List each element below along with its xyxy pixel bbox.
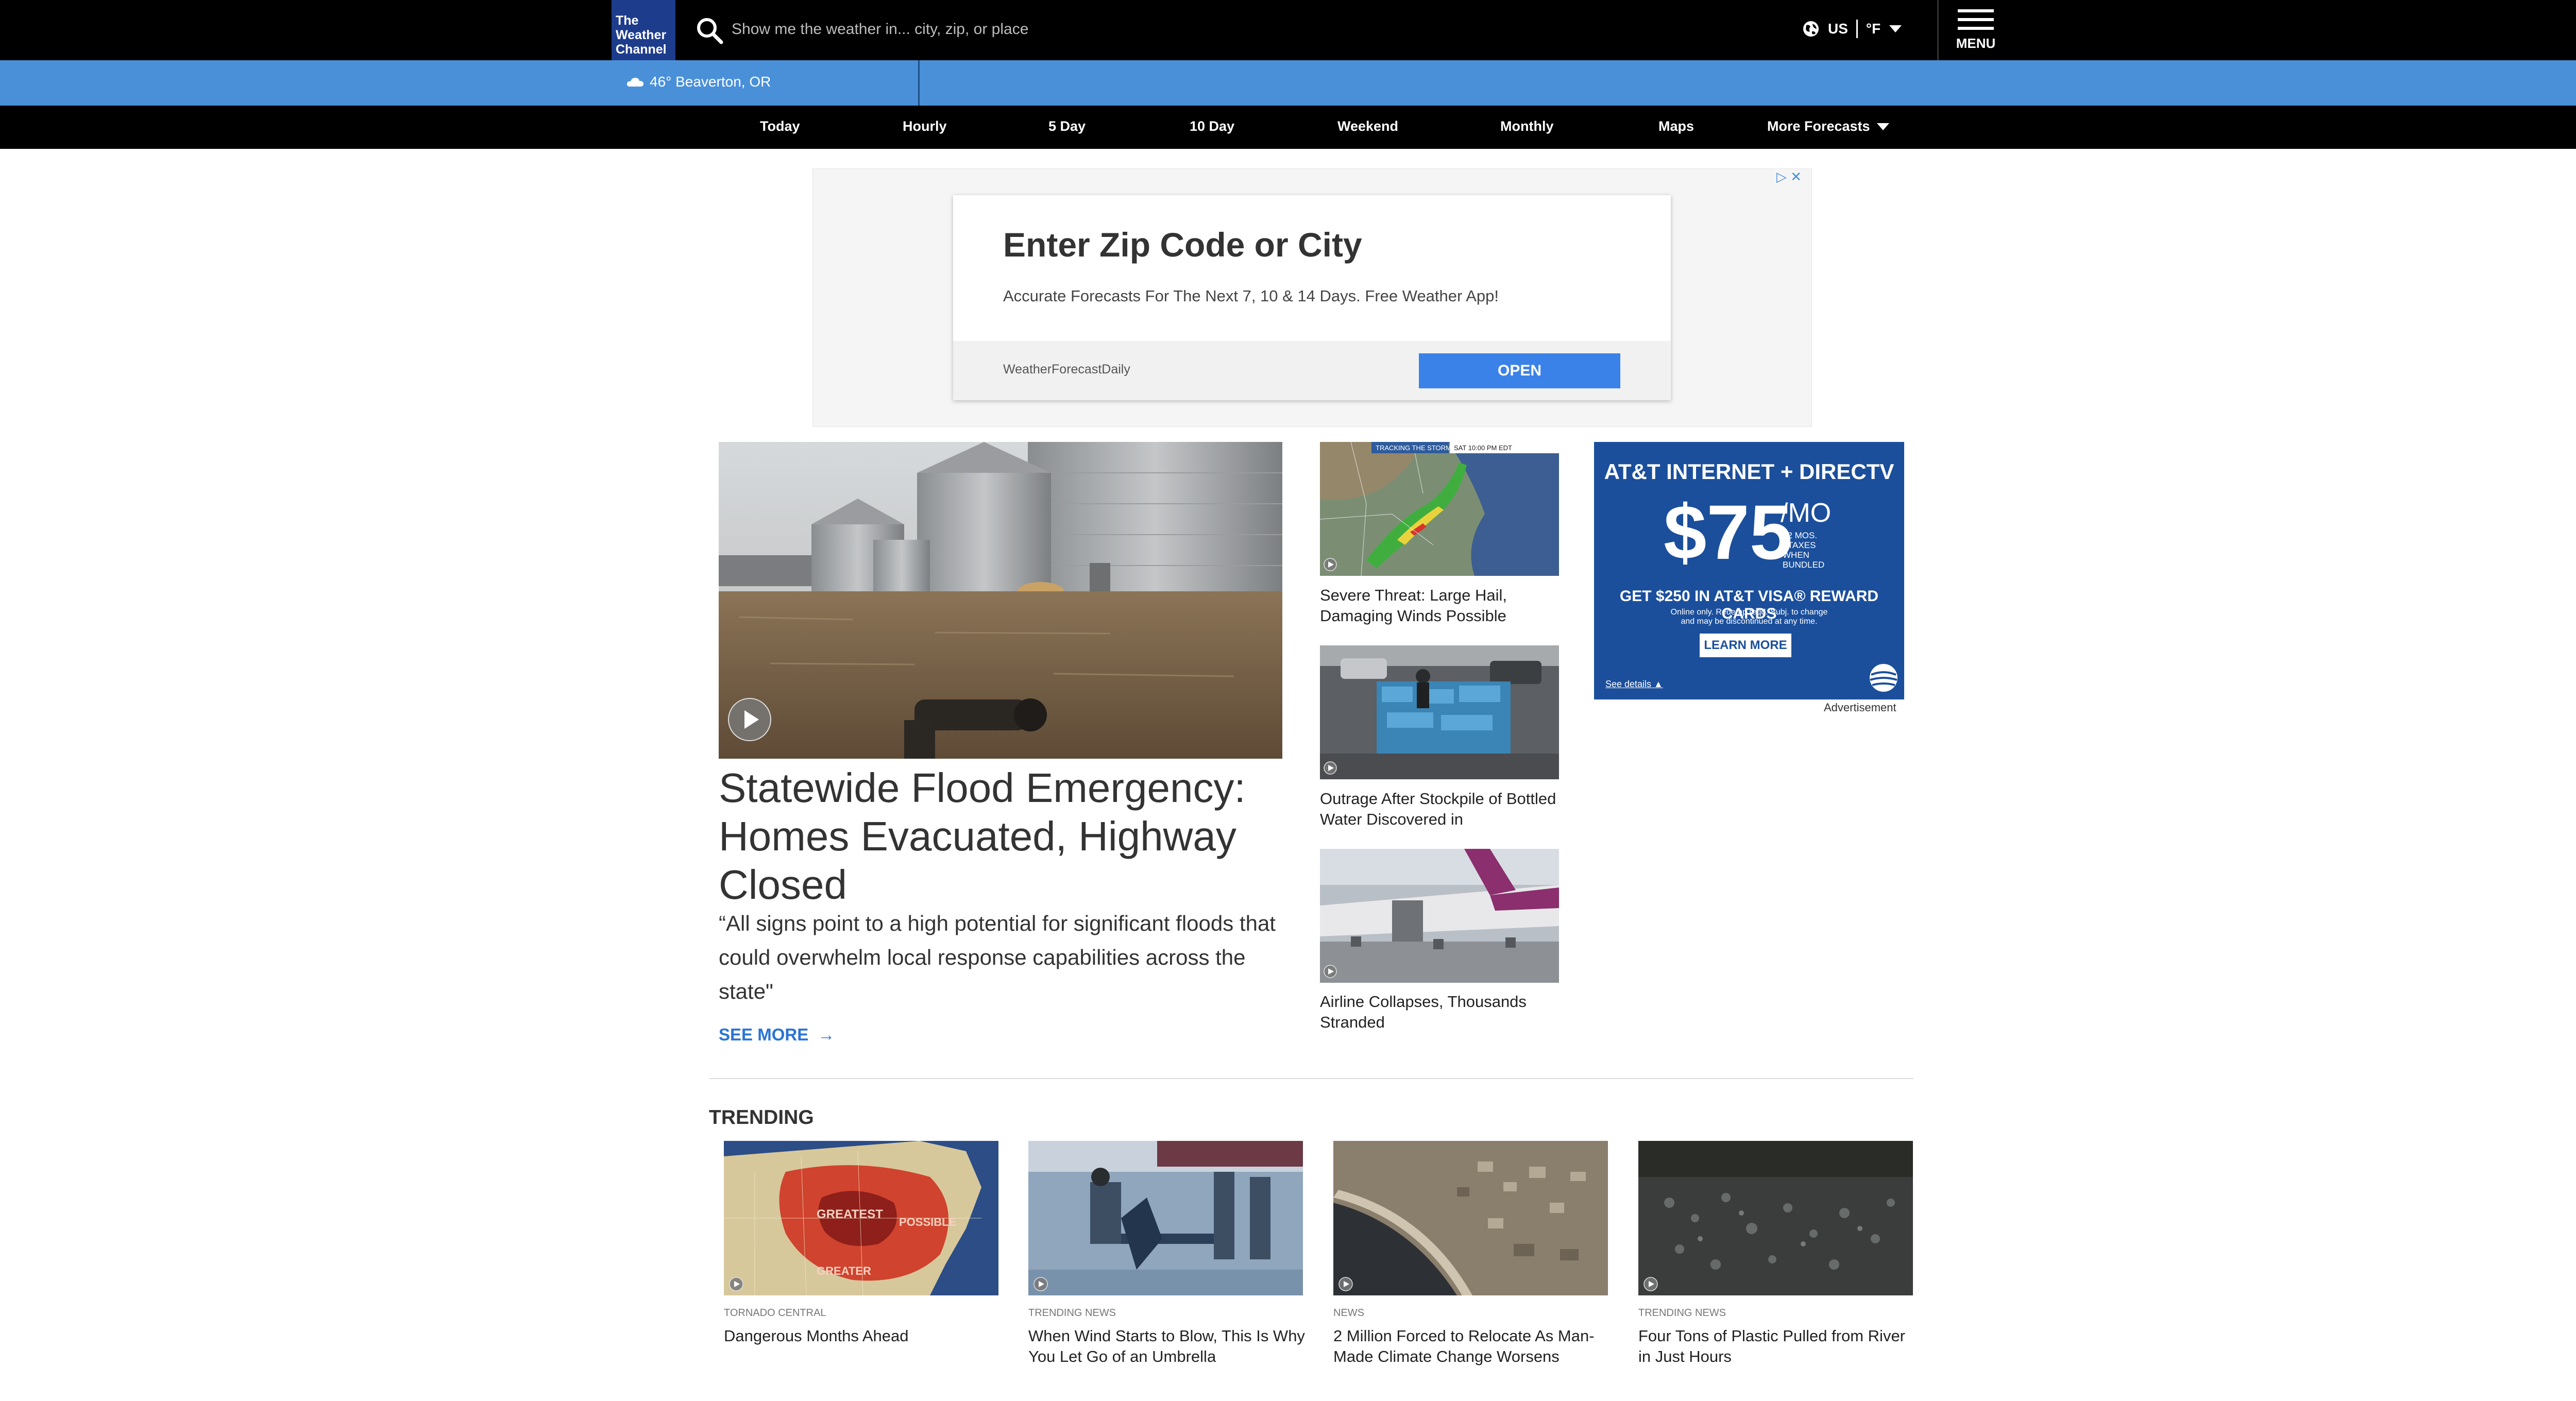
map-label-greater: GREATER: [817, 1265, 871, 1277]
att-advertisement[interactable]: AT&T INTERNET + DIRECTV $75 /MO 12 MOS. …: [1594, 442, 1904, 699]
hamburger-icon-line: [1958, 27, 1994, 30]
locale-divider: [1856, 20, 1858, 38]
att-globe-logo-icon: [1870, 664, 1897, 692]
forecast-nav: [0, 106, 2576, 149]
side-story-title-3[interactable]: Airline Collapses, Thousands Stranded: [1320, 992, 1562, 1033]
att-learn-more-button[interactable]: LEARN MORE: [1700, 634, 1791, 657]
plastic-river-image: [1638, 1141, 1913, 1295]
current-location[interactable]: 46° Beaverton, OR: [626, 74, 771, 90]
see-more-label: SEE MORE: [719, 1025, 809, 1044]
trending-category-4: TRENDING NEWS: [1638, 1307, 1726, 1319]
side-story-title-1[interactable]: Severe Threat: Large Hail, Damaging Wind…: [1320, 585, 1562, 626]
nav-hourly[interactable]: Hourly: [903, 118, 947, 134]
map-label-possible: POSSIBLE: [899, 1216, 956, 1228]
ad-title: Enter Zip Code or City: [1003, 226, 1362, 264]
att-ad-fine-print: Online only. Redemp reqd. Subj. to chang…: [1670, 608, 1828, 626]
umbrella-wind-image: [1028, 1141, 1303, 1295]
trending-image-1[interactable]: GREATEST POSSIBLE GREATER: [724, 1141, 998, 1295]
side-story-image-1[interactable]: TRACKING THE STORM SAT 10:00 PM EDT: [1320, 442, 1559, 576]
att-ad-heading: AT&T INTERNET + DIRECTV: [1604, 459, 1894, 484]
trending-image-4[interactable]: [1638, 1141, 1913, 1295]
search-icon[interactable]: [694, 15, 724, 45]
nav-today[interactable]: Today: [760, 118, 800, 134]
coastal-town-aerial-image: [1333, 1141, 1608, 1295]
trending-category-1: TORNADO CENTRAL: [724, 1307, 826, 1319]
play-video-icon[interactable]: [728, 698, 771, 741]
hero-story-image[interactable]: [719, 442, 1282, 759]
att-ad-price: $75: [1664, 489, 1793, 575]
see-more-link[interactable]: SEE MORE →: [719, 1025, 835, 1045]
country-code: US: [1828, 21, 1848, 37]
side-story-image-3[interactable]: [1320, 849, 1559, 983]
menu-divider: [1937, 0, 1939, 60]
trending-title-4[interactable]: Four Tons of Plastic Pulled from River i…: [1638, 1326, 1917, 1367]
att-see-details-link[interactable]: See details ▲: [1605, 679, 1663, 690]
tornado-risk-map: GREATEST POSSIBLE GREATER: [724, 1141, 998, 1295]
nav-more-forecasts-label: More Forecasts: [1767, 118, 1870, 134]
side-story-image-2[interactable]: [1320, 645, 1559, 779]
caret-down-icon: [1876, 123, 1889, 130]
nav-maps[interactable]: Maps: [1658, 118, 1694, 134]
hamburger-icon: [1958, 9, 1994, 12]
flood-silos-image: [719, 442, 1282, 759]
ad-sponsor: WeatherForecastDaily: [1003, 362, 1130, 377]
att-ad-terms: 12 MOS. +TAXES WHEN BUNDLED: [1783, 531, 1825, 570]
trending-title-3[interactable]: 2 Million Forced to Relocate As Man-Made…: [1333, 1326, 1612, 1367]
side-story-title-2[interactable]: Outrage After Stockpile of Bottled Water…: [1320, 789, 1562, 830]
trending-category-2: TRENDING NEWS: [1028, 1307, 1116, 1319]
hero-summary: “All signs point to a high potential for…: [719, 911, 1276, 1003]
map-label-greatest: GREATEST: [817, 1207, 883, 1221]
water-stockpile-image: [1320, 645, 1559, 779]
globe-icon: [1803, 21, 1819, 37]
nav-more-forecasts[interactable]: More Forecasts: [1767, 118, 1890, 134]
advertisement-label: Advertisement: [1824, 701, 1896, 714]
trending-image-3[interactable]: [1333, 1141, 1608, 1295]
nav-monthly[interactable]: Monthly: [1500, 118, 1553, 134]
trending-title-1[interactable]: Dangerous Months Ahead: [724, 1326, 1002, 1346]
radar-overlay-label: TRACKING THE STORM: [1376, 444, 1451, 452]
hero-headline[interactable]: Statewide Flood Emergency: Homes Evacuat…: [719, 764, 1282, 909]
menu-button[interactable]: MENU: [1953, 9, 1999, 53]
arrow-right-icon: →: [813, 1025, 835, 1044]
hamburger-icon-line: [1958, 18, 1994, 21]
weather-channel-logo[interactable]: The Weather Channel: [612, 0, 675, 60]
menu-label: MENU: [1956, 36, 1996, 51]
chevron-down-icon: [1889, 25, 1902, 32]
location-bar-divider: [918, 60, 920, 106]
search-input[interactable]: [732, 18, 1298, 41]
current-location-text: 46° Beaverton, OR: [650, 74, 771, 90]
locale-settings[interactable]: US °F: [1802, 18, 1902, 40]
trending-image-2[interactable]: [1028, 1141, 1303, 1295]
section-divider: [709, 1078, 1913, 1079]
location-bar: [0, 60, 2576, 106]
ad-description: Accurate Forecasts For The Next 7, 10 & …: [1003, 287, 1499, 305]
trending-heading: TRENDING: [709, 1106, 814, 1129]
ad-open-button[interactable]: OPEN: [1419, 353, 1620, 388]
trending-title-2[interactable]: When Wind Starts to Blow, This Is Why Yo…: [1028, 1326, 1307, 1367]
radar-overlay-time: SAT 10:00 PM EDT: [1454, 444, 1512, 452]
nav-weekend[interactable]: Weekend: [1337, 118, 1398, 134]
nav-10-day[interactable]: 10 Day: [1190, 118, 1234, 134]
ad-choices-icon[interactable]: ▷ ✕: [1776, 169, 1812, 185]
storm-radar-map: TRACKING THE STORM SAT 10:00 PM EDT: [1320, 442, 1559, 576]
nav-5-day[interactable]: 5 Day: [1048, 118, 1086, 134]
trending-category-3: NEWS: [1333, 1307, 1364, 1319]
att-ad-per-month: /MO: [1781, 498, 1832, 528]
grounded-airliner-image: [1320, 849, 1559, 983]
temperature-unit: °F: [1866, 21, 1881, 37]
cloud-icon: [626, 78, 643, 87]
